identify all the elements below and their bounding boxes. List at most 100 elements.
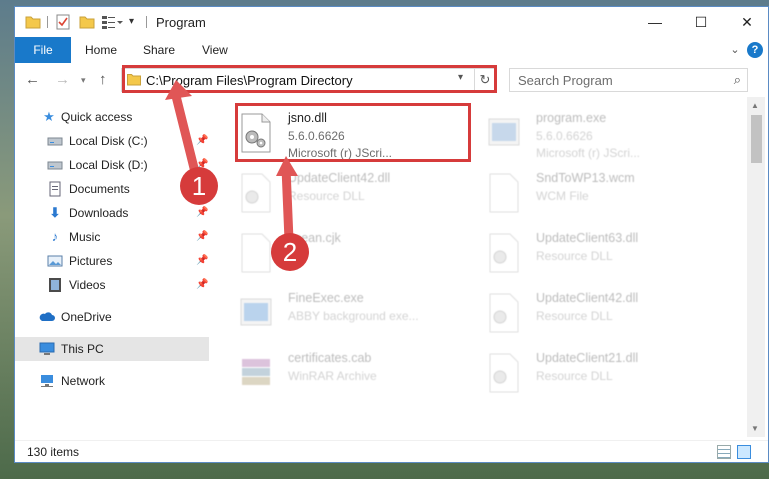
file-item-program-exe[interactable]: program.exe 5.6.0.6626 Microsoft (r) JSc… bbox=[458, 105, 698, 161]
file-item-certificates-cab[interactable]: certificates.cab WinRAR Archive bbox=[210, 345, 450, 401]
network-icon bbox=[41, 375, 53, 387]
file-description: Microsoft (r) JScri... bbox=[536, 146, 640, 160]
pin-icon[interactable]: 📌 bbox=[196, 135, 208, 146]
sidebar-item-downloads[interactable]: ⬇ Downloads 📌 bbox=[15, 201, 209, 225]
sidebar-item-label: This PC bbox=[61, 342, 104, 356]
tiles-view-icon[interactable] bbox=[737, 445, 751, 459]
exe-icon bbox=[240, 298, 272, 326]
computer-icon bbox=[39, 342, 55, 355]
sidebar-item-pictures[interactable]: Pictures 📌 bbox=[15, 249, 209, 273]
view-options-icon[interactable] bbox=[101, 14, 123, 30]
file-item-sndtowp13-wcm[interactable]: SndToWP13.wcm WCM File bbox=[458, 165, 698, 221]
scroll-thumb[interactable] bbox=[751, 115, 762, 163]
back-arrow-icon[interactable]: ← bbox=[25, 71, 40, 89]
pin-icon[interactable]: 📌 bbox=[196, 183, 208, 194]
search-placeholder: Search Program bbox=[518, 73, 613, 88]
file-name: SndToWP13.wcm bbox=[536, 171, 635, 185]
file-type: ABBY background exe... bbox=[288, 309, 419, 323]
search-input[interactable]: Search Program ⌕ bbox=[509, 68, 748, 92]
forward-arrow-icon[interactable]: → bbox=[55, 71, 70, 89]
sidebar-item-label: Documents bbox=[69, 182, 130, 196]
sidebar-item-label: Videos bbox=[69, 278, 106, 292]
customize-toolbar-icon[interactable]: ▾ bbox=[129, 14, 139, 30]
sidebar-item-quick-access[interactable]: ★ Quick access bbox=[15, 105, 209, 129]
file-highlight-box bbox=[235, 103, 471, 162]
file-type: Resource DLL bbox=[536, 249, 613, 263]
sidebar-item-onedrive[interactable]: OneDrive bbox=[15, 305, 209, 329]
file-type: Resource DLL bbox=[288, 189, 365, 203]
pin-icon[interactable]: 📌 bbox=[196, 207, 208, 218]
tab-home[interactable]: Home bbox=[85, 40, 117, 60]
file-type: Resource DLL bbox=[536, 369, 613, 383]
expand-ribbon-icon[interactable]: ⌄ bbox=[727, 42, 743, 58]
sidebar-item-local-disk-c[interactable]: Local Disk (C:) 📌 bbox=[15, 129, 209, 153]
sidebar-item-label: Local Disk (C:) bbox=[69, 134, 148, 148]
file-name: UpdateClient21.dll bbox=[536, 351, 639, 365]
star-icon: ★ bbox=[43, 109, 55, 124]
sidebar-item-this-pc[interactable]: This PC bbox=[15, 337, 209, 361]
sidebar-item-label: OneDrive bbox=[61, 310, 112, 324]
search-icon[interactable]: ⌕ bbox=[734, 72, 741, 88]
file-item-updateclient63-dll[interactable]: UpdateClient63.dll Resource DLL bbox=[458, 225, 698, 281]
file-type: WinRAR Archive bbox=[288, 369, 377, 383]
window-title: Program bbox=[156, 15, 206, 30]
file-name: certificates.cab bbox=[288, 351, 372, 365]
pin-icon[interactable]: 📌 bbox=[196, 255, 208, 266]
tab-view[interactable]: View bbox=[202, 40, 228, 60]
music-icon: ♪ bbox=[51, 229, 59, 244]
close-button[interactable]: ✕ bbox=[724, 7, 768, 37]
pin-icon[interactable]: 📌 bbox=[196, 159, 208, 170]
file-item-updateclient21-dll[interactable]: UpdateClient21.dll Resource DLL bbox=[458, 345, 698, 401]
archive-icon bbox=[242, 359, 270, 385]
drive-icon bbox=[47, 161, 63, 170]
file-item-fineexec-exe[interactable]: FineExec.exe ABBY background exe... bbox=[210, 285, 450, 341]
status-bar: 130 items bbox=[15, 440, 768, 462]
pin-icon[interactable]: 📌 bbox=[196, 231, 208, 242]
folder-icon[interactable] bbox=[25, 14, 41, 30]
file-name: UpdateClient42.dll bbox=[536, 291, 639, 305]
file-item-updateclient42-dll[interactable]: UpdateClient42.dll Resource DLL bbox=[458, 285, 698, 341]
tab-share[interactable]: Share bbox=[143, 40, 175, 60]
sidebar-item-network[interactable]: Network bbox=[15, 369, 209, 393]
scroll-up-icon[interactable]: ▲ bbox=[751, 101, 759, 110]
maximize-button[interactable]: ☐ bbox=[678, 7, 724, 37]
ribbon: File Home Share View ⌄ ? bbox=[15, 37, 768, 64]
new-folder-icon[interactable] bbox=[79, 14, 95, 30]
file-item-updateclient42-dll[interactable]: UpdateClient42.dll Resource DLL bbox=[210, 165, 450, 221]
dll-gear-icon bbox=[489, 353, 519, 393]
address-highlight-box bbox=[122, 65, 497, 93]
cloud-icon bbox=[39, 312, 55, 321]
sidebar-item-label: Music bbox=[69, 230, 101, 244]
exe-icon bbox=[488, 118, 520, 146]
sidebar-item-music[interactable]: ♪ Music 📌 bbox=[15, 225, 209, 249]
vertical-scrollbar[interactable]: ▲ ▼ bbox=[747, 97, 765, 437]
up-arrow-icon[interactable]: ↑ bbox=[99, 71, 107, 89]
sidebar-item-videos[interactable]: Videos 📌 bbox=[15, 273, 209, 297]
file-item-ocean-cjk[interactable]: ocean.cjk File bbox=[210, 225, 450, 281]
navigation-pane: ★ Quick access Local Disk (C:) 📌 Local D… bbox=[15, 97, 209, 437]
file-name: program.exe bbox=[536, 111, 607, 125]
sidebar-item-local-disk-d[interactable]: Local Disk (D:) 📌 bbox=[15, 153, 209, 177]
dll-gear-icon bbox=[241, 173, 271, 213]
help-icon[interactable]: ? bbox=[747, 42, 763, 58]
sidebar-item-documents[interactable]: Documents 📌 bbox=[15, 177, 209, 201]
file-version: 5.6.0.6626 bbox=[536, 129, 593, 143]
sidebar-item-label: Quick access bbox=[61, 110, 133, 124]
details-view-icon[interactable] bbox=[717, 445, 731, 459]
sidebar-item-label: Downloads bbox=[69, 206, 129, 220]
item-count: 130 items bbox=[27, 445, 80, 459]
dll-gear-icon bbox=[489, 233, 519, 273]
toolbar-separator bbox=[47, 16, 48, 28]
minimize-button[interactable]: — bbox=[632, 7, 678, 37]
recent-locations-icon[interactable]: ▾ bbox=[81, 71, 86, 89]
file-type: File bbox=[288, 249, 308, 263]
sidebar-item-label: Pictures bbox=[69, 254, 113, 268]
tab-file[interactable]: File bbox=[15, 37, 71, 63]
dll-gear-icon bbox=[489, 293, 519, 333]
file-name: UpdateClient63.dll bbox=[536, 231, 639, 245]
pin-icon[interactable]: 📌 bbox=[196, 279, 208, 290]
drive-icon bbox=[47, 137, 63, 146]
scroll-down-icon[interactable]: ▼ bbox=[751, 424, 759, 433]
properties-check-icon[interactable] bbox=[55, 14, 71, 30]
download-icon: ⬇ bbox=[49, 205, 61, 220]
